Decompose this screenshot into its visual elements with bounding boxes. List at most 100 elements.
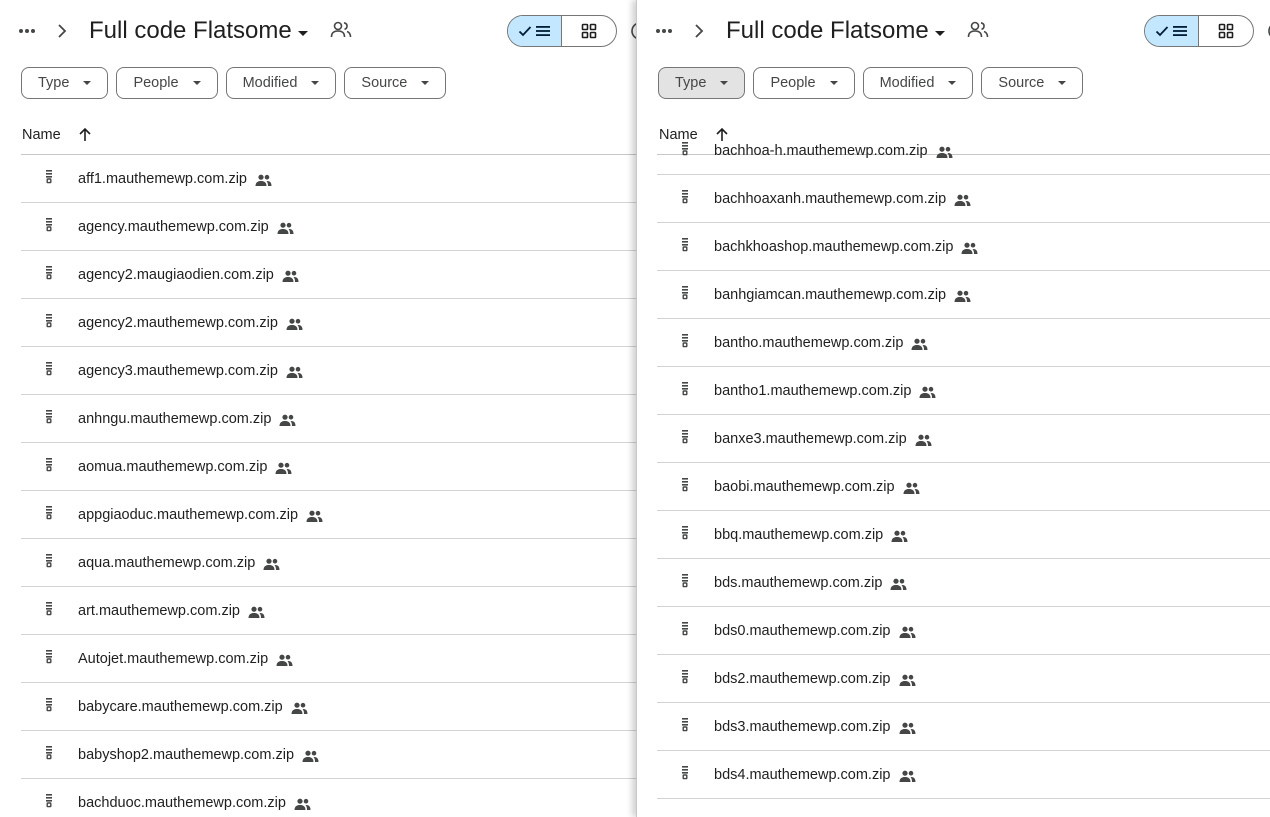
file-name[interactable]: bds3.mauthemewp.com.zip bbox=[714, 719, 891, 735]
file-row[interactable]: banxe3.mauthemewp.com.zip bbox=[657, 415, 1270, 463]
file-row[interactable]: baobi.mauthemewp.com.zip bbox=[657, 463, 1270, 511]
filter-label: People bbox=[133, 75, 179, 91]
file-name[interactable]: banxe3.mauthemewp.com.zip bbox=[714, 431, 907, 447]
filter-label: Source bbox=[998, 75, 1045, 91]
filter-label: Source bbox=[361, 75, 408, 91]
filter-modified[interactable]: Modified bbox=[225, 67, 337, 99]
file-name[interactable]: agency2.maugiaodien.com.zip bbox=[78, 267, 274, 283]
file-row[interactable]: bachhoa-h.mauthemewp.com.zip bbox=[657, 127, 1270, 175]
title-dropdown-icon[interactable] bbox=[296, 26, 310, 36]
people-icon bbox=[954, 289, 971, 302]
file-name[interactable]: appgiaoduc.mauthemewp.com.zip bbox=[78, 507, 298, 523]
filter-type[interactable]: Type bbox=[21, 67, 109, 99]
grid-view-icon bbox=[1218, 23, 1234, 39]
file-name[interactable]: anhngu.mauthemewp.com.zip bbox=[78, 411, 271, 427]
file-name[interactable]: bds4.mauthemewp.com.zip bbox=[714, 767, 891, 783]
file-row[interactable]: Autojet.mauthemewp.com.zip bbox=[21, 635, 636, 683]
file-row[interactable]: bds3.mauthemewp.com.zip bbox=[657, 703, 1270, 751]
shared-folder-icon[interactable] bbox=[967, 20, 991, 42]
folder-title[interactable]: Full code Flatsome bbox=[89, 16, 292, 46]
file-row[interactable]: aff1.mauthemewp.com.zip bbox=[21, 155, 636, 203]
chevron-right-icon bbox=[54, 20, 70, 42]
file-name[interactable]: aff1.mauthemewp.com.zip bbox=[78, 171, 247, 187]
people-icon bbox=[903, 481, 920, 494]
file-row[interactable]: agency2.maugiaodien.com.zip bbox=[21, 251, 636, 299]
arrow-up-icon[interactable] bbox=[78, 127, 92, 143]
file-row[interactable]: babycare.mauthemewp.com.zip bbox=[21, 683, 636, 731]
filter-people[interactable]: People bbox=[116, 67, 218, 99]
file-name[interactable]: babyshop2.mauthemewp.com.zip bbox=[78, 747, 294, 763]
file-name[interactable]: bantho.mauthemewp.com.zip bbox=[714, 335, 903, 351]
file-row[interactable]: babyshop2.mauthemewp.com.zip bbox=[21, 731, 636, 779]
column-name-label: Name bbox=[22, 127, 61, 143]
file-row[interactable]: bbq.mauthemewp.com.zip bbox=[657, 511, 1270, 559]
file-name[interactable]: aomua.mauthemewp.com.zip bbox=[78, 459, 267, 475]
list-view-button[interactable] bbox=[508, 16, 563, 46]
grid-view-button[interactable] bbox=[1199, 16, 1253, 46]
file-name[interactable]: agency.mauthemewp.com.zip bbox=[78, 219, 269, 235]
title-dropdown-icon[interactable] bbox=[933, 26, 947, 36]
grid-view-button[interactable] bbox=[562, 16, 616, 46]
more-options-button[interactable] bbox=[14, 18, 40, 44]
zip-file-icon bbox=[44, 553, 54, 569]
file-row[interactable]: bds0.mauthemewp.com.zip bbox=[657, 607, 1270, 655]
file-row[interactable]: agency3.mauthemewp.com.zip bbox=[21, 347, 636, 395]
file-name-cell: bachhoaxanh.mauthemewp.com.zip bbox=[714, 191, 971, 207]
file-row[interactable]: banhgiamcan.mauthemewp.com.zip bbox=[657, 271, 1270, 319]
file-row[interactable]: bachkhoashop.mauthemewp.com.zip bbox=[657, 223, 1270, 271]
file-name[interactable]: agency3.mauthemewp.com.zip bbox=[78, 363, 278, 379]
more-options-button[interactable] bbox=[651, 18, 677, 44]
people-icon bbox=[936, 145, 953, 158]
file-name[interactable]: bachhoaxanh.mauthemewp.com.zip bbox=[714, 191, 946, 207]
file-name[interactable]: agency2.mauthemewp.com.zip bbox=[78, 315, 278, 331]
file-row[interactable]: bds2.mauthemewp.com.zip bbox=[657, 655, 1270, 703]
file-name[interactable]: bachkhoashop.mauthemewp.com.zip bbox=[714, 239, 953, 255]
file-row[interactable]: bds.mauthemewp.com.zip bbox=[657, 559, 1270, 607]
file-row[interactable]: anhngu.mauthemewp.com.zip bbox=[21, 395, 636, 443]
people-icon bbox=[286, 317, 303, 330]
file-name[interactable]: bachduoc.mauthemewp.com.zip bbox=[78, 795, 286, 811]
view-toggle bbox=[1144, 15, 1254, 47]
file-name[interactable]: baobi.mauthemewp.com.zip bbox=[714, 479, 895, 495]
file-name-cell: agency.mauthemewp.com.zip bbox=[78, 219, 294, 235]
file-row[interactable]: bachduoc.mauthemewp.com.zip bbox=[21, 779, 636, 817]
file-list: bachhoa-h.mauthemewp.com.zip bachhoaxanh.… bbox=[657, 127, 1270, 799]
file-name[interactable]: banhgiamcan.mauthemewp.com.zip bbox=[714, 287, 946, 303]
file-row[interactable]: bds4.mauthemewp.com.zip bbox=[657, 751, 1270, 799]
file-name[interactable]: bachhoa-h.mauthemewp.com.zip bbox=[714, 143, 928, 159]
list-view-button[interactable] bbox=[1145, 16, 1200, 46]
file-row[interactable]: bachhoaxanh.mauthemewp.com.zip bbox=[657, 175, 1270, 223]
file-name-cell: aqua.mauthemewp.com.zip bbox=[78, 555, 280, 571]
file-name[interactable]: babycare.mauthemewp.com.zip bbox=[78, 699, 283, 715]
file-name[interactable]: aqua.mauthemewp.com.zip bbox=[78, 555, 255, 571]
zip-file-icon bbox=[680, 285, 690, 301]
file-row[interactable]: agency2.mauthemewp.com.zip bbox=[21, 299, 636, 347]
file-name[interactable]: bds.mauthemewp.com.zip bbox=[714, 575, 882, 591]
people-icon bbox=[961, 241, 978, 254]
file-name[interactable]: bbq.mauthemewp.com.zip bbox=[714, 527, 883, 543]
file-row[interactable]: bantho1.mauthemewp.com.zip bbox=[657, 367, 1270, 415]
file-name[interactable]: Autojet.mauthemewp.com.zip bbox=[78, 651, 268, 667]
file-name[interactable]: bantho1.mauthemewp.com.zip bbox=[714, 383, 911, 399]
name-column-header[interactable]: Name bbox=[22, 122, 92, 148]
filter-source[interactable]: Source bbox=[344, 67, 447, 99]
shared-folder-icon[interactable] bbox=[330, 20, 354, 42]
file-row[interactable]: aqua.mauthemewp.com.zip bbox=[21, 539, 636, 587]
filter-source[interactable]: Source bbox=[981, 67, 1084, 99]
file-name[interactable]: bds0.mauthemewp.com.zip bbox=[714, 623, 891, 639]
file-row[interactable]: appgiaoduc.mauthemewp.com.zip bbox=[21, 491, 636, 539]
file-name[interactable]: bds2.mauthemewp.com.zip bbox=[714, 671, 891, 687]
folder-header: Full code Flatsome bbox=[637, 0, 1270, 62]
file-row[interactable]: bantho.mauthemewp.com.zip bbox=[657, 319, 1270, 367]
filter-modified[interactable]: Modified bbox=[862, 67, 974, 99]
filter-type[interactable]: Type bbox=[658, 67, 746, 99]
zip-file-icon bbox=[44, 361, 54, 377]
file-row[interactable]: aomua.mauthemewp.com.zip bbox=[21, 443, 636, 491]
filter-label: Modified bbox=[879, 75, 935, 91]
folder-title[interactable]: Full code Flatsome bbox=[726, 16, 929, 46]
file-name[interactable]: art.mauthemewp.com.zip bbox=[78, 603, 240, 619]
file-row[interactable]: agency.mauthemewp.com.zip bbox=[21, 203, 636, 251]
file-row[interactable]: art.mauthemewp.com.zip bbox=[21, 587, 636, 635]
people-icon bbox=[890, 577, 907, 590]
filter-people[interactable]: People bbox=[753, 67, 855, 99]
